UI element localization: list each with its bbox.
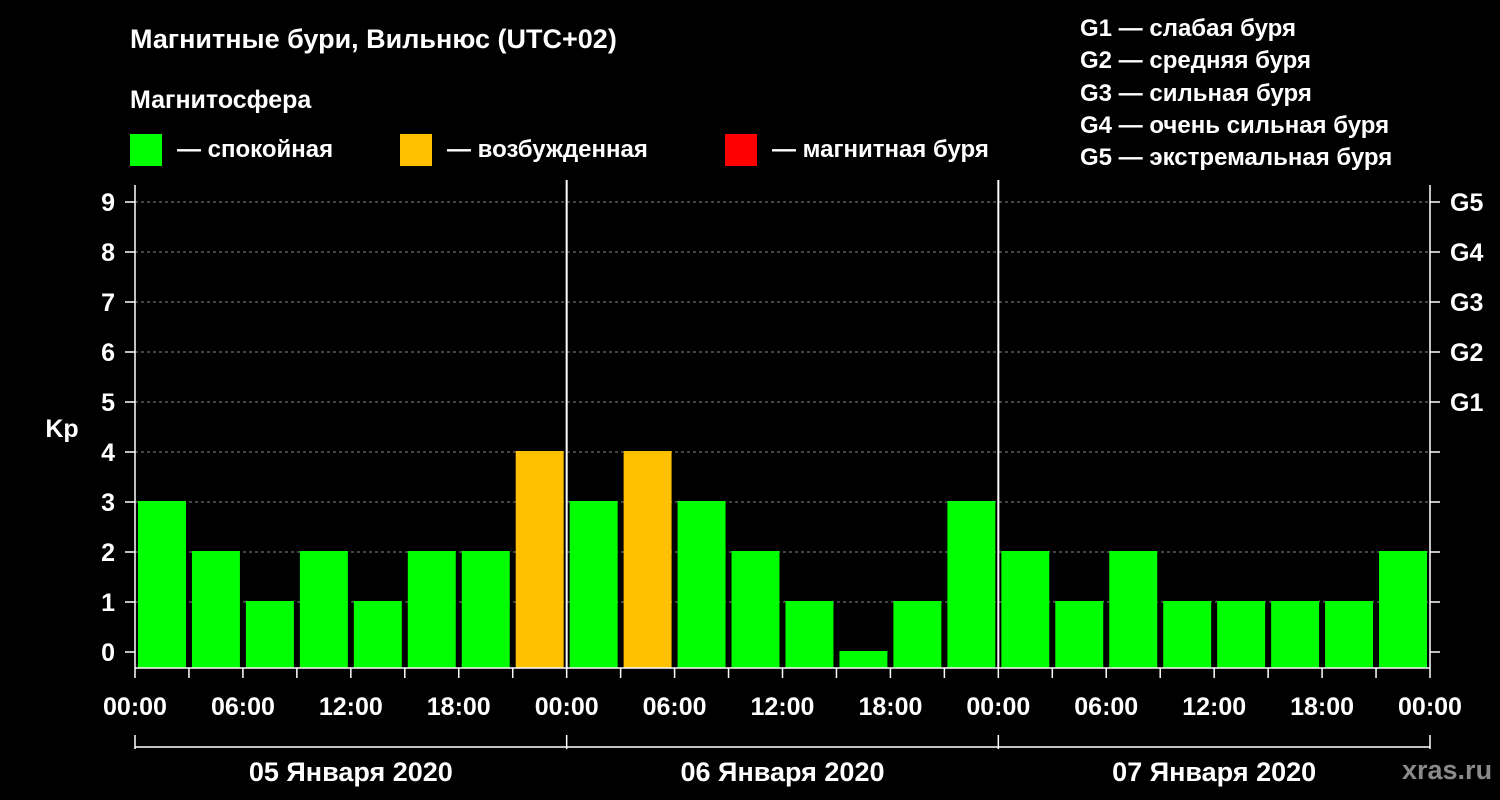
kp-bar (785, 601, 834, 668)
y-tick-label: 9 (101, 189, 115, 217)
kp-bar (1109, 551, 1158, 668)
g-scale-label: G1 (1450, 389, 1483, 417)
kp-bar-chart: 0 1 2 3 4 5 6 7 8 9 G1 G2 G3 G4 G5 Kp 00:00 06:00 12:00 18:… (45, 180, 1483, 787)
y-tick-label: 8 (101, 239, 115, 267)
y-tick-label: 1 (101, 589, 115, 617)
y-tick-label: 3 (101, 489, 115, 517)
kp-bar (407, 551, 456, 668)
kp-bar (299, 551, 348, 668)
y-tick-label: 4 (101, 439, 115, 467)
x-tick-label: 06:00 (643, 693, 707, 721)
g-scale-label: G3 (1450, 289, 1483, 317)
x-tick-label: 00:00 (1398, 693, 1462, 721)
kp-bar (623, 451, 672, 668)
kp-bar (893, 601, 942, 668)
x-tick-label: 00:00 (535, 693, 599, 721)
g-scale-label: G2 (1450, 339, 1483, 367)
kp-bar (569, 501, 618, 668)
x-tick-label: 12:00 (319, 693, 383, 721)
kp-bar (245, 601, 294, 668)
kp-bar (1271, 601, 1320, 668)
x-tick-label: 12:00 (751, 693, 815, 721)
x-tick-label: 18:00 (427, 693, 491, 721)
kp-bar (731, 551, 780, 668)
day-label: 05 Января 2020 (249, 757, 453, 787)
x-tick-label: 18:00 (858, 693, 922, 721)
kp-bar (947, 501, 996, 668)
kp-bar (839, 651, 888, 668)
kp-bar (138, 501, 186, 668)
y-tick-label: 7 (101, 289, 115, 317)
x-tick-label: 00:00 (103, 693, 167, 721)
g-scale-label: G5 (1450, 189, 1483, 217)
kp-bar (1325, 601, 1374, 668)
kp-bar (353, 601, 402, 668)
x-tick-label: 06:00 (211, 693, 275, 721)
y-tick-label: 5 (101, 389, 115, 417)
y-tick-label: 2 (101, 539, 115, 567)
day-label: 07 Января 2020 (1112, 757, 1316, 787)
kp-bar (1055, 601, 1104, 668)
kp-bar (515, 451, 564, 668)
x-tick-label: 18:00 (1290, 693, 1354, 721)
x-tick-label: 06:00 (1074, 693, 1138, 721)
kp-bar (461, 551, 510, 668)
x-tick-label: 12:00 (1182, 693, 1246, 721)
y-tick-label: 0 (101, 639, 115, 667)
kp-bar (1217, 601, 1266, 668)
g-scale-label: G4 (1450, 239, 1483, 267)
kp-bar (677, 501, 726, 668)
kp-bar (1001, 551, 1050, 668)
x-tick-label: 00:00 (966, 693, 1030, 721)
y-tick-label: 6 (101, 339, 115, 367)
day-label: 06 Января 2020 (681, 757, 885, 787)
watermark: xras.ru (1402, 755, 1493, 785)
kp-bar (191, 551, 240, 668)
y-axis-label: Kp (45, 415, 78, 443)
kp-bar (1379, 551, 1427, 668)
kp-bar (1163, 601, 1212, 668)
